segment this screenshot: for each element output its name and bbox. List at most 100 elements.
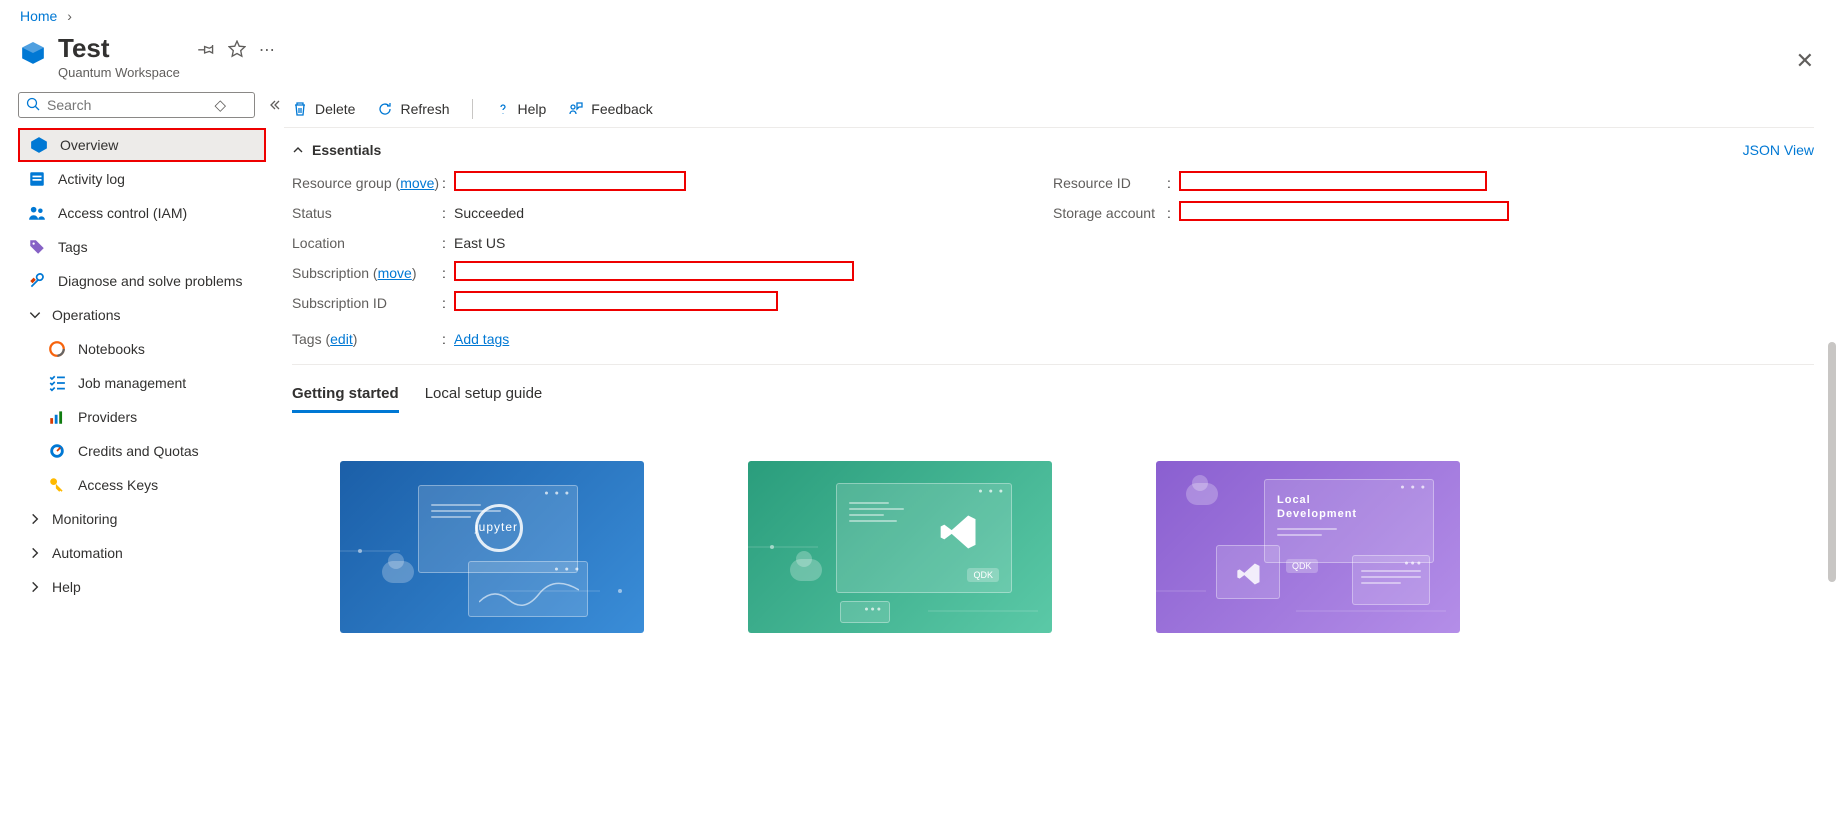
chevron-down-icon [28,308,42,322]
sidebar-item-diagnose[interactable]: Diagnose and solve problems [18,264,266,298]
sidebar: ◇ Overview Activity log Access control (… [0,92,284,820]
resource-group-value-redacted [454,171,686,191]
sidebar-group-automation[interactable]: Automation [18,536,266,570]
status-label: Status [292,205,442,221]
button-label: Delete [315,101,355,117]
refresh-button[interactable]: Refresh [377,101,449,117]
pin-icon[interactable] [198,40,216,58]
storage-account-label: Storage account [1053,205,1167,221]
move-link[interactable]: move [400,175,434,191]
gauge-icon [48,442,66,460]
log-icon [28,170,46,188]
chevron-right-icon [28,546,42,560]
checklist-icon [48,374,66,392]
chart-icon [48,408,66,426]
refresh-icon [377,101,393,117]
sidebar-item-label: Help [52,579,81,595]
delete-button[interactable]: Delete [292,101,355,117]
status-value: Succeeded [454,205,524,221]
help-button[interactable]: Help [495,101,547,117]
storage-account-value-redacted [1179,201,1509,221]
json-view-link[interactable]: JSON View [1743,142,1814,158]
sidebar-item-label: Notebooks [78,341,145,357]
notebook-icon [48,340,66,358]
sidebar-item-label: Diagnose and solve problems [58,273,242,289]
trash-icon [292,101,308,117]
sidebar-item-label: Operations [52,307,120,323]
page-subtitle: Quantum Workspace [58,65,180,80]
chevron-right-icon [28,512,42,526]
sidebar-item-activity-log[interactable]: Activity log [18,162,266,196]
sidebar-item-label: Job management [78,375,186,391]
main-content: Delete Refresh Help Feedback Essentials … [284,92,1838,820]
sidebar-group-operations[interactable]: Operations [18,298,266,332]
getting-started-cards: ● ● ● jupyter ● ● ● ● ● ● QDK [340,461,1814,633]
scrollbar[interactable] [1828,342,1836,582]
feedback-button[interactable]: Feedback [568,101,652,117]
edit-link[interactable]: edit [330,331,353,347]
essentials-title: Essentials [312,142,381,158]
chevron-right-icon [28,580,42,594]
wrench-icon [28,272,46,290]
resource-id-value-redacted [1179,171,1487,191]
cube-icon [30,136,48,154]
collapse-sidebar-icon[interactable] [267,98,281,112]
card-jupyter[interactable]: ● ● ● jupyter ● ● ● [340,461,644,633]
sidebar-group-monitoring[interactable]: Monitoring [18,502,266,536]
resource-id-label: Resource ID [1053,175,1167,191]
essentials-header[interactable]: Essentials [292,142,1814,158]
subscription-id-label: Subscription ID [292,295,442,311]
more-icon[interactable]: ⋯ [258,40,276,58]
key-icon [48,476,66,494]
sidebar-item-label: Automation [52,545,123,561]
button-label: Help [518,101,547,117]
search-icon [26,97,40,111]
quantum-workspace-icon [20,40,46,66]
tag-icon [28,238,46,256]
sidebar-item-access-keys[interactable]: Access Keys [18,468,266,502]
close-icon[interactable]: ✕ [1796,48,1814,74]
card-local-development[interactable]: ● ● ● Local Development QDK ●●● [1156,461,1460,633]
sidebar-item-overview[interactable]: Overview [18,128,266,162]
sidebar-item-label: Access Keys [78,477,158,493]
content-tabs: Getting started Local setup guide [292,385,1814,413]
people-icon [28,204,46,222]
tab-getting-started[interactable]: Getting started [292,385,399,413]
breadcrumb: Home › [0,0,1838,28]
card-vscode[interactable]: ● ● ● QDK ●●● [748,461,1052,633]
sort-icon[interactable]: ◇ [214,96,226,114]
sidebar-item-label: Credits and Quotas [78,443,199,459]
page-title: Test [58,34,180,63]
sidebar-item-job-management[interactable]: Job management [18,366,266,400]
sidebar-item-credits-quotas[interactable]: Credits and Quotas [18,434,266,468]
button-label: Feedback [591,101,652,117]
sidebar-group-help[interactable]: Help [18,570,266,604]
command-bar: Delete Refresh Help Feedback [284,92,1814,128]
essentials-body: Resource group (move) : Status : Succeed… [292,168,1814,365]
subscription-id-value-redacted [454,291,778,311]
sidebar-item-label: Providers [78,409,137,425]
sidebar-item-tags[interactable]: Tags [18,230,266,264]
move-link[interactable]: move [378,265,412,281]
location-label: Location [292,235,442,251]
sidebar-item-access-control[interactable]: Access control (IAM) [18,196,266,230]
breadcrumb-home-link[interactable]: Home [20,8,57,24]
add-tags-link[interactable]: Add tags [454,331,509,347]
subscription-label: Subscription (move) [292,265,442,281]
separator [472,99,473,119]
subscription-value-redacted [454,261,854,281]
sidebar-item-label: Monitoring [52,511,117,527]
question-icon [495,101,511,117]
sidebar-item-notebooks[interactable]: Notebooks [18,332,266,366]
sidebar-item-label: Overview [60,137,118,153]
tags-label: Tags (edit) [292,331,442,347]
sidebar-item-providers[interactable]: Providers [18,400,266,434]
tab-local-setup[interactable]: Local setup guide [425,385,543,413]
resource-group-label: Resource group (move) [292,175,442,191]
star-icon[interactable] [228,40,246,58]
chevron-up-icon [292,144,304,156]
button-label: Refresh [400,101,449,117]
page-header: Test Quantum Workspace ⋯ [0,28,1838,92]
sidebar-item-label: Activity log [58,171,125,187]
sidebar-item-label: Tags [58,239,88,255]
